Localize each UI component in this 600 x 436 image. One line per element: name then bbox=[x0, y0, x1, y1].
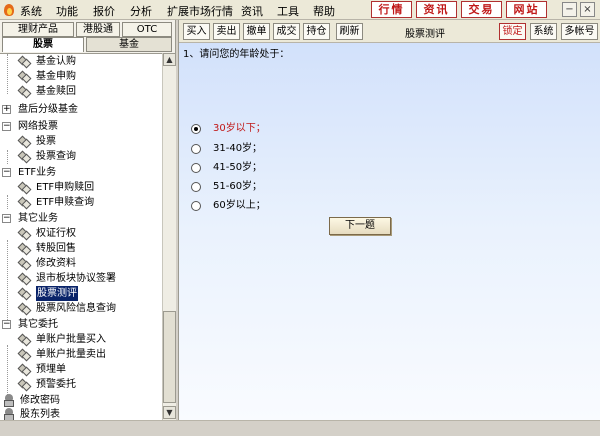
fund-diamond-icon bbox=[17, 55, 32, 69]
deals-button[interactable]: 成交 bbox=[273, 23, 300, 40]
app-logo-icon bbox=[2, 3, 16, 17]
collapse-icon[interactable]: − bbox=[2, 122, 11, 131]
user-icon bbox=[2, 394, 16, 407]
collapse-icon[interactable]: − bbox=[2, 168, 11, 177]
buy-button[interactable]: 买入 bbox=[183, 23, 210, 40]
tab-hk-connect[interactable]: 港股通 bbox=[76, 22, 120, 37]
trade-button[interactable]: 交易 bbox=[461, 1, 502, 18]
fund-diamond-icon bbox=[17, 257, 32, 271]
fund-diamond-icon bbox=[17, 150, 32, 164]
tree-scrollbar[interactable]: ▲ ▼ bbox=[162, 53, 176, 420]
fund-diamond-icon bbox=[17, 272, 32, 286]
news-button[interactable]: 资讯 bbox=[416, 1, 457, 18]
website-button[interactable]: 网站 bbox=[506, 1, 547, 18]
radio-icon[interactable] bbox=[191, 144, 201, 154]
menu-bar: 系统 功能 报价 分析 扩展市场行情 资讯 工具 帮助 行情 资讯 交易 网站 … bbox=[0, 0, 600, 20]
menu-function[interactable]: 功能 bbox=[56, 3, 78, 19]
radio-icon[interactable] bbox=[191, 163, 201, 173]
page-title: 股票测评 bbox=[405, 29, 445, 40]
refresh-button[interactable]: 刷新 bbox=[336, 23, 363, 40]
menu-system[interactable]: 系统 bbox=[20, 3, 42, 19]
scroll-down-icon[interactable]: ▼ bbox=[163, 406, 176, 419]
menu-news[interactable]: 资讯 bbox=[241, 3, 263, 19]
tab-stocks[interactable]: 股票 bbox=[2, 37, 84, 52]
fund-diamond-icon bbox=[17, 70, 32, 84]
function-tree: 基金认购 基金申购 基金赎回 + 盘后分级基金 − 网络投票 投票 投票查询 − ET… bbox=[0, 53, 162, 421]
radio-selected-icon[interactable] bbox=[191, 124, 201, 134]
expand-icon[interactable]: + bbox=[2, 105, 11, 114]
lock-button[interactable]: 锁定 bbox=[499, 23, 526, 40]
trade-toolbar: 买入 卖出 撤单 成交 持仓 刷新 股票测评 锁定 系统 多帐号 bbox=[179, 20, 600, 43]
scroll-up-icon[interactable]: ▲ bbox=[163, 53, 176, 66]
menu-tools[interactable]: 工具 bbox=[277, 3, 299, 19]
fund-diamond-icon bbox=[17, 348, 32, 362]
main-panel: 买入 卖出 撤单 成交 持仓 刷新 股票测评 锁定 系统 多帐号 1、请问您的年… bbox=[178, 20, 600, 420]
tab-otc[interactable]: OTC bbox=[122, 22, 172, 37]
menu-extended-market[interactable]: 扩展市场行情 bbox=[167, 3, 233, 19]
fund-diamond-icon bbox=[17, 135, 32, 149]
collapse-icon[interactable]: − bbox=[2, 214, 11, 223]
minimize-icon[interactable]: − bbox=[562, 2, 577, 17]
next-question-button[interactable]: 下一题 bbox=[329, 217, 391, 235]
fund-diamond-icon bbox=[17, 333, 32, 347]
fund-diamond-icon bbox=[17, 85, 32, 99]
status-bar bbox=[0, 420, 600, 436]
sell-button[interactable]: 卖出 bbox=[213, 23, 240, 40]
cancel-order-button[interactable]: 撤单 bbox=[243, 23, 270, 40]
fund-diamond-icon bbox=[17, 363, 32, 377]
question-text: 1、请问您的年龄处于： bbox=[183, 49, 290, 60]
assessment-content: 1、请问您的年龄处于： 30岁以下； 31-40岁； 41-50岁； 51-60… bbox=[179, 43, 600, 420]
fund-diamond-icon bbox=[17, 242, 32, 256]
close-icon[interactable]: × bbox=[580, 2, 595, 17]
sidebar: 理财产品 港股通 OTC 股票 基金 基金认购 基金申购 基金赎回 + 盘后分级基… bbox=[0, 20, 176, 421]
menu-quote[interactable]: 报价 bbox=[93, 3, 115, 19]
fund-diamond-icon bbox=[17, 181, 32, 195]
quote-button[interactable]: 行情 bbox=[371, 1, 412, 18]
fund-diamond-icon bbox=[17, 196, 32, 210]
radio-icon[interactable] bbox=[191, 182, 201, 192]
menu-analysis[interactable]: 分析 bbox=[130, 3, 152, 19]
system-button[interactable]: 系统 bbox=[530, 23, 557, 40]
fund-diamond-icon bbox=[17, 227, 32, 241]
positions-button[interactable]: 持仓 bbox=[303, 23, 330, 40]
multi-account-button[interactable]: 多帐号 bbox=[561, 23, 598, 40]
fund-diamond-icon bbox=[17, 287, 32, 301]
fund-diamond-icon bbox=[17, 302, 32, 316]
fund-diamond-icon bbox=[17, 378, 32, 392]
radio-icon[interactable] bbox=[191, 201, 201, 211]
scroll-thumb[interactable] bbox=[163, 311, 176, 403]
menu-help[interactable]: 帮助 bbox=[313, 3, 335, 19]
tab-wealth-products[interactable]: 理财产品 bbox=[2, 22, 74, 37]
tab-funds[interactable]: 基金 bbox=[86, 37, 172, 52]
collapse-icon[interactable]: − bbox=[2, 320, 11, 329]
